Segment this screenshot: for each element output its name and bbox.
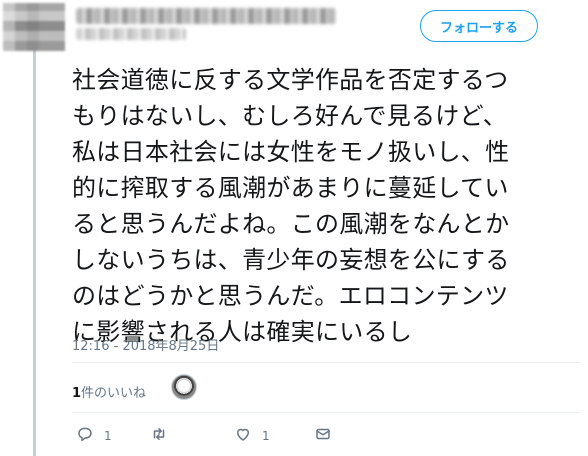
display-name-blurred[interactable] — [76, 8, 336, 24]
retweet-button[interactable] — [150, 425, 168, 446]
reply-count: 1 — [104, 428, 112, 443]
thread-line — [33, 46, 36, 456]
tweet-actions: 1 1 — [72, 425, 372, 447]
retweet-icon — [150, 425, 168, 446]
avatar-blurred[interactable] — [3, 3, 65, 51]
reply-icon — [76, 425, 94, 446]
liker-avatar[interactable] — [171, 374, 197, 400]
tweet-text: 社会道徳に反する文学作品を否定するつ もりはないし、むしろ好んで見るけど、 私は… — [72, 62, 578, 350]
username-blurred[interactable] — [76, 28, 186, 40]
tweet-line: 的に搾取する風潮があまりに蔓延してい — [72, 174, 509, 202]
tweet-line: のはどうかと思うんだ。エロコンテンツ — [72, 282, 509, 310]
envelope-icon — [314, 425, 332, 446]
divider — [72, 362, 580, 363]
reply-button[interactable]: 1 — [76, 425, 112, 446]
tweet-line: しないうちは、青少年の妄想を公にする — [72, 246, 510, 274]
follow-button[interactable]: フォローする — [420, 10, 538, 42]
tweet-line: 社会道徳に反する文学作品を否定するつ — [72, 66, 509, 94]
divider — [72, 412, 580, 413]
heart-icon — [234, 425, 252, 446]
tweet-line: ると思うんだよね。この風潮をなんとか — [72, 210, 510, 238]
likes-count: 1 — [72, 386, 82, 401]
tweet-line: もりはないし、むしろ好んで見るけど、 — [72, 102, 507, 130]
likes-summary[interactable]: 1件のいいね — [72, 382, 146, 401]
likes-suffix: 件のいいね — [81, 386, 147, 401]
tweet-timestamp[interactable]: 12:16 - 2018年8月25日 — [72, 335, 219, 354]
tweet-line: 私は日本社会には女性をモノ扱いし、性 — [72, 138, 510, 166]
like-button[interactable]: 1 — [234, 425, 270, 446]
direct-message-button[interactable] — [314, 425, 332, 446]
follow-button-label: フォローする — [439, 20, 518, 36]
like-count: 1 — [262, 428, 270, 443]
